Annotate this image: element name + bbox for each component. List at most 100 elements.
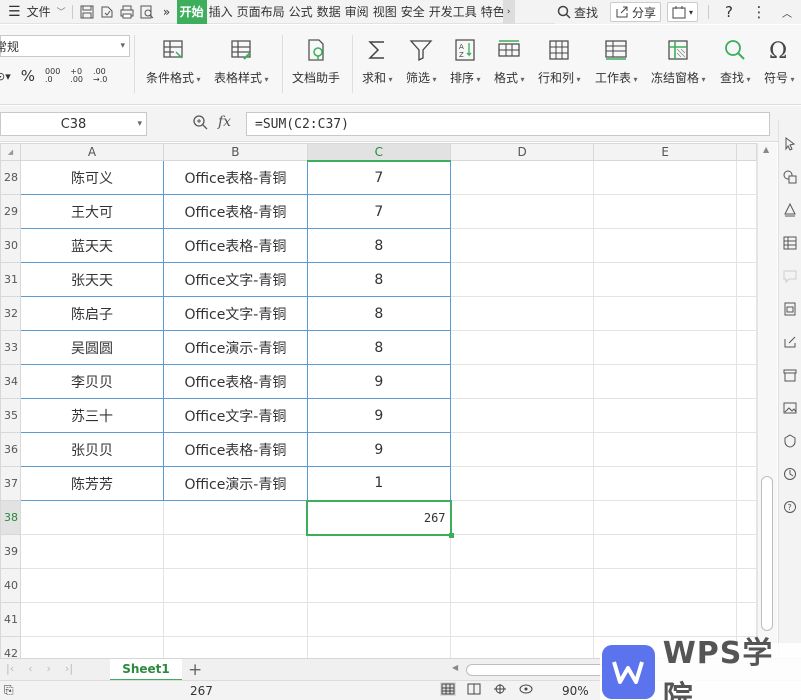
cell-course[interactable]: Office演示-青铜 (163, 466, 308, 501)
cell-empty[interactable] (450, 262, 595, 297)
select-all-corner[interactable]: ◢ (0, 143, 21, 161)
cell-empty[interactable] (306, 568, 452, 603)
print-icon[interactable] (117, 0, 137, 24)
cell-name[interactable]: 苏三十 (19, 398, 165, 433)
cell-empty[interactable] (736, 398, 757, 433)
history-icon[interactable] (781, 465, 799, 483)
prev-sheet-icon[interactable]: ‹ (28, 662, 32, 675)
collapse-ribbon-icon[interactable]: ︿ (777, 0, 797, 24)
help-icon[interactable]: ? (719, 0, 739, 24)
shapes-icon[interactable] (781, 168, 799, 186)
thousands-icon[interactable]: 000.0 (45, 68, 60, 84)
cell-empty[interactable] (450, 228, 595, 263)
cell-empty[interactable] (736, 228, 757, 263)
column-header-f[interactable] (736, 143, 757, 161)
row-header[interactable]: 34 (0, 364, 21, 399)
zoom-formula-icon[interactable] (192, 114, 208, 130)
cell-empty[interactable] (593, 534, 738, 569)
cell-empty[interactable] (593, 568, 738, 603)
cell-empty[interactable] (450, 466, 595, 501)
column-header-c[interactable]: C (306, 143, 452, 162)
first-sheet-icon[interactable]: |‹ (6, 662, 14, 675)
conditional-format-button[interactable]: 条件格式 (146, 37, 201, 86)
horizontal-scroll-thumb[interactable] (466, 664, 606, 676)
cell-name[interactable]: 王大可 (19, 194, 165, 229)
tab-review[interactable]: 审阅 (343, 0, 371, 24)
rows-columns-button[interactable]: 行和列 (538, 37, 581, 86)
cell-empty[interactable] (593, 194, 738, 229)
scroll-up-icon[interactable]: ▲ (763, 145, 769, 154)
macro-icon[interactable]: ⎘ (4, 683, 14, 698)
style-icon[interactable] (781, 201, 799, 219)
row-header[interactable]: 29 (0, 194, 21, 229)
cell-score[interactable]: 9 (306, 398, 452, 433)
cell-empty[interactable] (593, 330, 738, 365)
cell-empty[interactable] (593, 432, 738, 467)
cell-empty[interactable] (19, 602, 165, 637)
cell-empty[interactable] (736, 500, 757, 535)
cell-score[interactable]: 8 (306, 262, 452, 297)
number-format-select[interactable]: 常规 ▾ (0, 35, 130, 57)
cell-name[interactable]: 陈可义 (19, 160, 165, 195)
percent-icon[interactable]: % (21, 67, 35, 85)
cell-empty[interactable] (163, 636, 308, 658)
row-header[interactable]: 31 (0, 262, 21, 297)
cell-empty[interactable] (306, 636, 452, 658)
cell-empty[interactable] (450, 432, 595, 467)
tab-page-layout[interactable]: 页面布局 (235, 0, 287, 24)
share-sidebar-icon[interactable] (781, 333, 799, 351)
column-header-b[interactable]: B (163, 143, 308, 161)
cell-empty[interactable] (19, 534, 165, 569)
cell-empty[interactable] (593, 160, 738, 195)
cell-empty[interactable] (593, 364, 738, 399)
print-preview-icon[interactable] (137, 0, 157, 24)
cell-empty[interactable] (736, 262, 757, 297)
last-sheet-icon[interactable]: ›| (65, 662, 73, 675)
doc-assistant-button[interactable]: 文档助手 (292, 37, 340, 86)
cell-name[interactable]: 陈芳芳 (19, 466, 165, 501)
cell-empty[interactable] (450, 398, 595, 433)
search-button[interactable]: 查找 (555, 0, 600, 24)
vertical-scrollbar[interactable]: ▲ (757, 143, 777, 658)
cell-empty[interactable] (736, 364, 757, 399)
tab-security[interactable]: 安全 (399, 0, 427, 24)
cell-name[interactable]: 张贝贝 (19, 432, 165, 467)
share-button[interactable]: 分享 (609, 2, 661, 22)
cell-empty[interactable] (593, 500, 738, 535)
tab-home[interactable]: 开始 (176, 0, 207, 24)
cell-name[interactable]: 李贝贝 (19, 364, 165, 399)
shield-icon[interactable] (781, 432, 799, 450)
find-button[interactable]: 查找 (720, 37, 751, 86)
help-sidebar-icon[interactable]: ? (781, 498, 799, 516)
cell-empty[interactable] (163, 568, 308, 603)
cell-score[interactable]: 7 (306, 160, 452, 195)
cell-empty[interactable] (450, 296, 595, 331)
autosum-button[interactable]: 求和 (362, 37, 393, 86)
cell-empty[interactable] (306, 602, 452, 637)
more-icon[interactable]: » (157, 0, 177, 24)
cell-course[interactable]: Office表格-青铜 (163, 364, 308, 399)
name-box[interactable]: C38 ▾ (0, 112, 147, 136)
image-icon[interactable] (781, 399, 799, 417)
increase-decimal-icon[interactable]: +0.00 (70, 68, 83, 84)
add-sheet-icon[interactable]: + (188, 660, 202, 680)
more-options-icon[interactable]: ⋮ (749, 0, 769, 24)
backup-icon[interactable] (781, 300, 799, 318)
cell-empty[interactable] (736, 568, 757, 603)
cell-empty[interactable] (450, 330, 595, 365)
tab-data[interactable]: 数据 (315, 0, 343, 24)
sort-button[interactable]: AZ 排序 (450, 37, 481, 86)
cell-empty[interactable] (450, 534, 595, 569)
table-icon[interactable] (781, 234, 799, 252)
filter-button[interactable]: 筛选 (406, 37, 437, 86)
zoom-level[interactable]: 90% (562, 684, 589, 698)
cell-empty[interactable] (736, 432, 757, 467)
table-style-button[interactable]: 表格样式 (214, 37, 269, 86)
cell-empty[interactable] (450, 194, 595, 229)
cell-name[interactable]: 陈启子 (19, 296, 165, 331)
cell-empty[interactable] (593, 262, 738, 297)
file-menu[interactable]: ☰ 文件 ﹀ (0, 0, 68, 24)
cell-course[interactable]: Office文字-青铜 (163, 262, 308, 297)
scroll-tabs-right-icon[interactable]: › (502, 0, 515, 24)
cell-course[interactable]: Office演示-青铜 (163, 330, 308, 365)
